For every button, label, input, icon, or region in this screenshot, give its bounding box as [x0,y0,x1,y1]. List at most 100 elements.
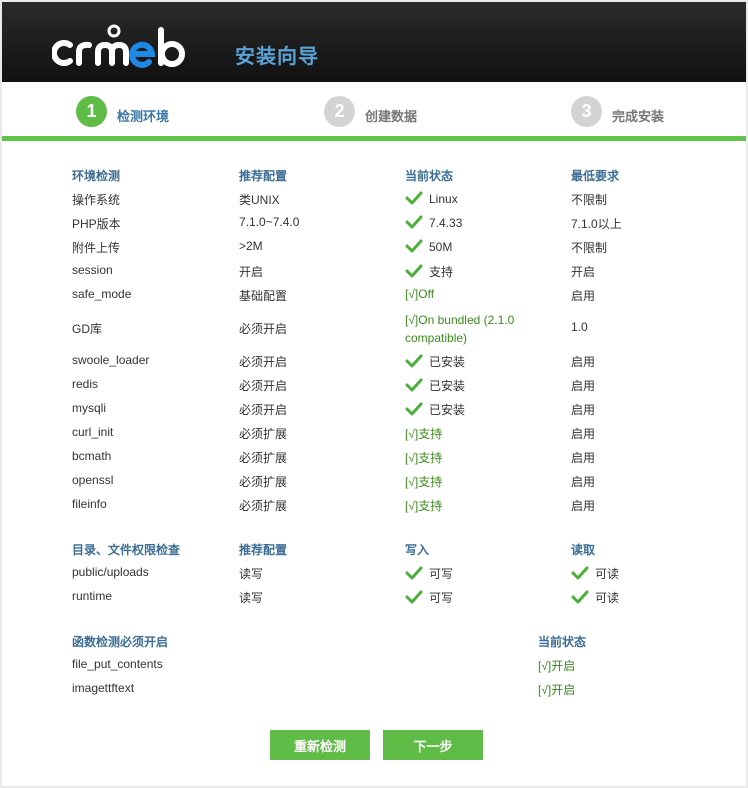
env-recommended: 必须扩展 [239,451,288,465]
env-minimum: 启用 [571,499,596,513]
env-recommended: 必须扩展 [239,427,288,441]
step-3-number: 3 [571,95,602,127]
next-step-button[interactable]: 下一步 [383,730,483,760]
env-header-minimum: 最低要求 [571,169,620,183]
check-icon [405,191,423,205]
dir-write-value: 可写 [429,567,454,581]
dir-path: runtime [72,589,113,603]
env-item: fileinfo [72,497,107,511]
dir-header-path: 目录、文件权限检查 [72,543,181,557]
env-current-value: 已安装 [429,379,466,393]
crmeb-logo [52,24,185,68]
install-page: 安装向导 1 检测环境 2 创建数据 3 完成安装 环境检测 推荐配置 当前状态… [2,2,746,786]
env-current-value: 50M [429,240,453,254]
env-item: 操作系统 [72,193,121,207]
env-minimum: 不限制 [571,193,608,207]
step-progress-bar [2,136,746,141]
check-icon [405,402,423,416]
env-minimum: 启用 [571,475,596,489]
env-current-value: [√]支持 [405,475,443,489]
check-icon [405,566,423,580]
step-3-label: 完成安装 [612,108,665,124]
dir-recommended: 读写 [239,591,264,605]
env-minimum: 启用 [571,289,596,303]
env-header-current: 当前状态 [405,169,454,183]
check-icon [571,590,589,604]
check-icon [405,264,423,278]
check-icon [405,378,423,392]
env-current: 已安装 [405,401,465,418]
env-item: redis [72,377,99,391]
env-item: session [72,263,113,277]
env-minimum: 开启 [571,265,596,279]
header: 安装向导 [2,2,746,82]
env-recommended: 必须扩展 [239,499,288,513]
env-current: 7.4.33 [405,215,462,230]
env-current: Linux [405,191,458,206]
dir-write-value: 可写 [429,591,454,605]
env-current-value: [√]支持 [405,427,443,441]
env-minimum: 不限制 [571,241,608,255]
step-2: 2 创建数据 [324,94,417,128]
env-item: safe_mode [72,287,132,301]
env-recommended: 必须开启 [239,355,288,369]
env-recommended: >2M [239,239,263,253]
env-recommended: 必须开启 [239,403,288,417]
func-name: imagettftext [72,681,135,695]
env-recommended: 必须扩展 [239,475,288,489]
dir-write: 可写 [405,589,453,606]
env-current-value: 已安装 [429,355,466,369]
env-recommended: 类UNIX [239,193,280,207]
step-2-label: 创建数据 [365,108,418,124]
recheck-button[interactable]: 重新检测 [270,730,370,760]
env-item: GD库 [72,322,103,336]
step-1-label: 检测环境 [117,108,170,124]
dir-header-recommended: 推荐配置 [239,543,288,557]
dir-read: 可读 [571,565,619,582]
dir-path: public/uploads [72,565,149,579]
func-status: [√]开启 [538,659,576,673]
dir-read-value: 可读 [595,567,620,581]
env-header-check: 环境检测 [72,169,121,183]
env-recommended: 基础配置 [239,289,288,303]
env-item: 附件上传 [72,241,121,255]
env-item: PHP版本 [72,217,121,231]
check-icon [571,566,589,580]
env-item: openssl [72,473,114,487]
step-2-number: 2 [324,95,355,127]
env-current-value: 支持 [429,265,454,279]
step-1: 1 检测环境 [76,94,169,128]
dir-read-value: 可读 [595,591,620,605]
dir-header-write: 写入 [405,543,430,557]
env-current-value: Linux [429,192,458,206]
env-recommended: 开启 [239,265,264,279]
env-current-value: [√]Off [405,287,435,301]
env-item: bcmath [72,449,112,463]
env-minimum: 启用 [571,451,596,465]
env-minimum: 启用 [571,427,596,441]
env-recommended: 7.1.0~7.4.0 [239,215,300,229]
env-current: 已安装 [405,353,465,370]
dir-write: 可写 [405,565,453,582]
env-minimum: 启用 [571,379,596,393]
env-minimum: 启用 [571,355,596,369]
env-current-value: [√]支持 [405,499,443,513]
env-current: 支持 [405,263,453,280]
env-current-value: [√]支持 [405,451,443,465]
env-current-value: 已安装 [429,403,466,417]
env-current: 已安装 [405,377,465,394]
check-icon [405,590,423,604]
check-icon [405,354,423,368]
env-recommended: 必须开启 [239,379,288,393]
env-item: mysqli [72,401,107,415]
func-status: [√]开启 [538,683,576,697]
env-minimum: 启用 [571,403,596,417]
func-name: file_put_contents [72,657,163,671]
env-minimum: 7.1.0以上 [571,217,622,231]
func-header-status: 当前状态 [538,635,587,649]
step-indicator: 1 检测环境 2 创建数据 3 完成安装 [2,82,746,144]
env-minimum: 1.0 [571,320,588,334]
func-header-name: 函数检测必须开启 [72,635,169,649]
env-recommended: 必须开启 [239,322,288,336]
check-icon [405,239,423,253]
